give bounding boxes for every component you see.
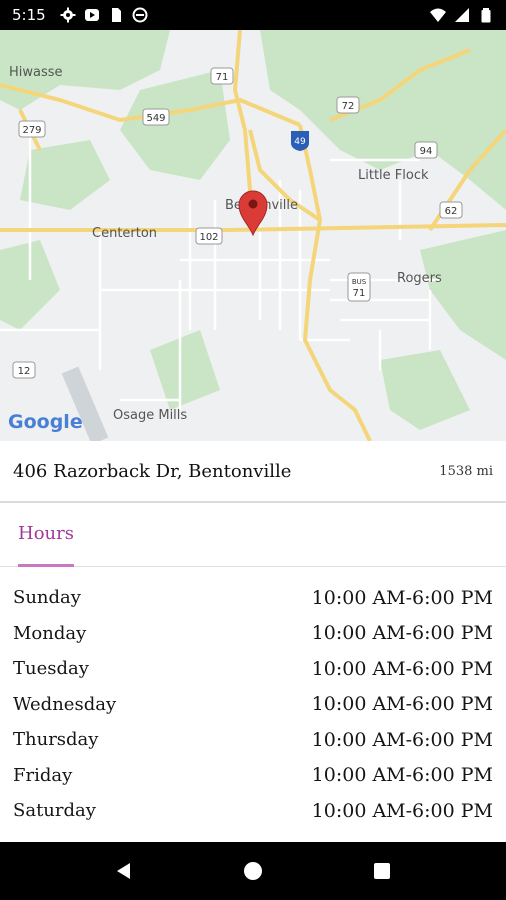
store-address: 406 Razorback Dr, Bentonville [13, 460, 292, 482]
shield-549: 549 [146, 113, 165, 124]
day-label: Sunday [13, 587, 81, 609]
status-notification-icons [60, 7, 148, 23]
cell-signal-icon [455, 8, 469, 22]
hours-row-saturday: Saturday 10:00 AM-6:00 PM [0, 793, 506, 829]
battery-icon [481, 8, 491, 23]
shield-94: 94 [420, 146, 433, 157]
shield-71-top: 71 [216, 72, 229, 83]
hours-row-tuesday: Tuesday 10:00 AM-6:00 PM [0, 651, 506, 687]
hours-row-monday: Monday 10:00 AM-6:00 PM [0, 616, 506, 652]
settings-icon [60, 7, 76, 23]
day-label: Monday [13, 622, 87, 644]
back-button[interactable] [109, 856, 139, 886]
day-label: Tuesday [13, 658, 89, 680]
back-icon [117, 863, 131, 879]
home-button[interactable] [238, 856, 268, 886]
shield-bus-label: BUS [352, 278, 367, 286]
day-label: Friday [13, 764, 73, 786]
hours-value: 10:00 AM-6:00 PM [311, 622, 493, 645]
shield-279: 279 [22, 125, 41, 136]
label-rogers: Rogers [397, 271, 442, 286]
tab-hours-indicator [18, 564, 74, 567]
wifi-icon [430, 8, 446, 22]
home-icon [243, 862, 262, 880]
shield-bus-71: 71 [353, 288, 366, 299]
status-time: 5:15 [12, 6, 46, 24]
shield-i49: 49 [294, 137, 306, 147]
shield-62: 62 [445, 206, 458, 217]
day-label: Thursday [13, 729, 99, 751]
hours-value: 10:00 AM-6:00 PM [311, 693, 493, 716]
hours-value: 10:00 AM-6:00 PM [311, 799, 493, 822]
hours-list: Sunday 10:00 AM-6:00 PM Monday 10:00 AM-… [0, 580, 506, 829]
status-bar: 5:15 [0, 0, 506, 30]
status-system-icons [430, 7, 494, 23]
shield-102: 102 [199, 232, 218, 243]
shield-72: 72 [342, 101, 355, 112]
location-row[interactable]: 406 Razorback Dr, Bentonville 1538 mi [0, 441, 506, 503]
recents-button[interactable] [367, 856, 397, 886]
store-distance: 1538 mi [439, 463, 493, 479]
system-nav-bar [0, 842, 506, 900]
label-little-flock: Little Flock [358, 168, 429, 183]
day-label: Wednesday [13, 693, 117, 715]
tab-bar: Hours [0, 505, 506, 567]
play-icon [84, 9, 99, 21]
hours-row-wednesday: Wednesday 10:00 AM-6:00 PM [0, 687, 506, 723]
label-centerton: Centerton [92, 226, 157, 241]
day-label: Saturday [13, 800, 96, 822]
recents-icon [373, 863, 390, 879]
hours-row-sunday: Sunday 10:00 AM-6:00 PM [0, 580, 506, 616]
hours-value: 10:00 AM-6:00 PM [311, 764, 493, 787]
sim-card-icon [111, 8, 121, 22]
map-canvas[interactable]: 71 549 279 72 49 94 62 102 BUS 71 12 Hiwa… [0, 30, 506, 441]
hours-row-friday: Friday 10:00 AM-6:00 PM [0, 758, 506, 794]
hours-row-thursday: Thursday 10:00 AM-6:00 PM [0, 722, 506, 758]
hours-value: 10:00 AM-6:00 PM [311, 728, 493, 751]
label-osage-mills: Osage Mills [113, 408, 187, 423]
map-view[interactable]: 71 549 279 72 49 94 62 102 BUS 71 12 Hiwa… [0, 30, 506, 441]
google-logo: Google [8, 411, 83, 433]
do-not-disturb-icon [132, 7, 148, 23]
shield-12: 12 [18, 366, 31, 377]
hours-value: 10:00 AM-6:00 PM [311, 586, 493, 609]
label-hiwasse: Hiwasse [9, 65, 63, 80]
tab-hours[interactable]: Hours [18, 523, 74, 544]
hours-value: 10:00 AM-6:00 PM [311, 657, 493, 680]
